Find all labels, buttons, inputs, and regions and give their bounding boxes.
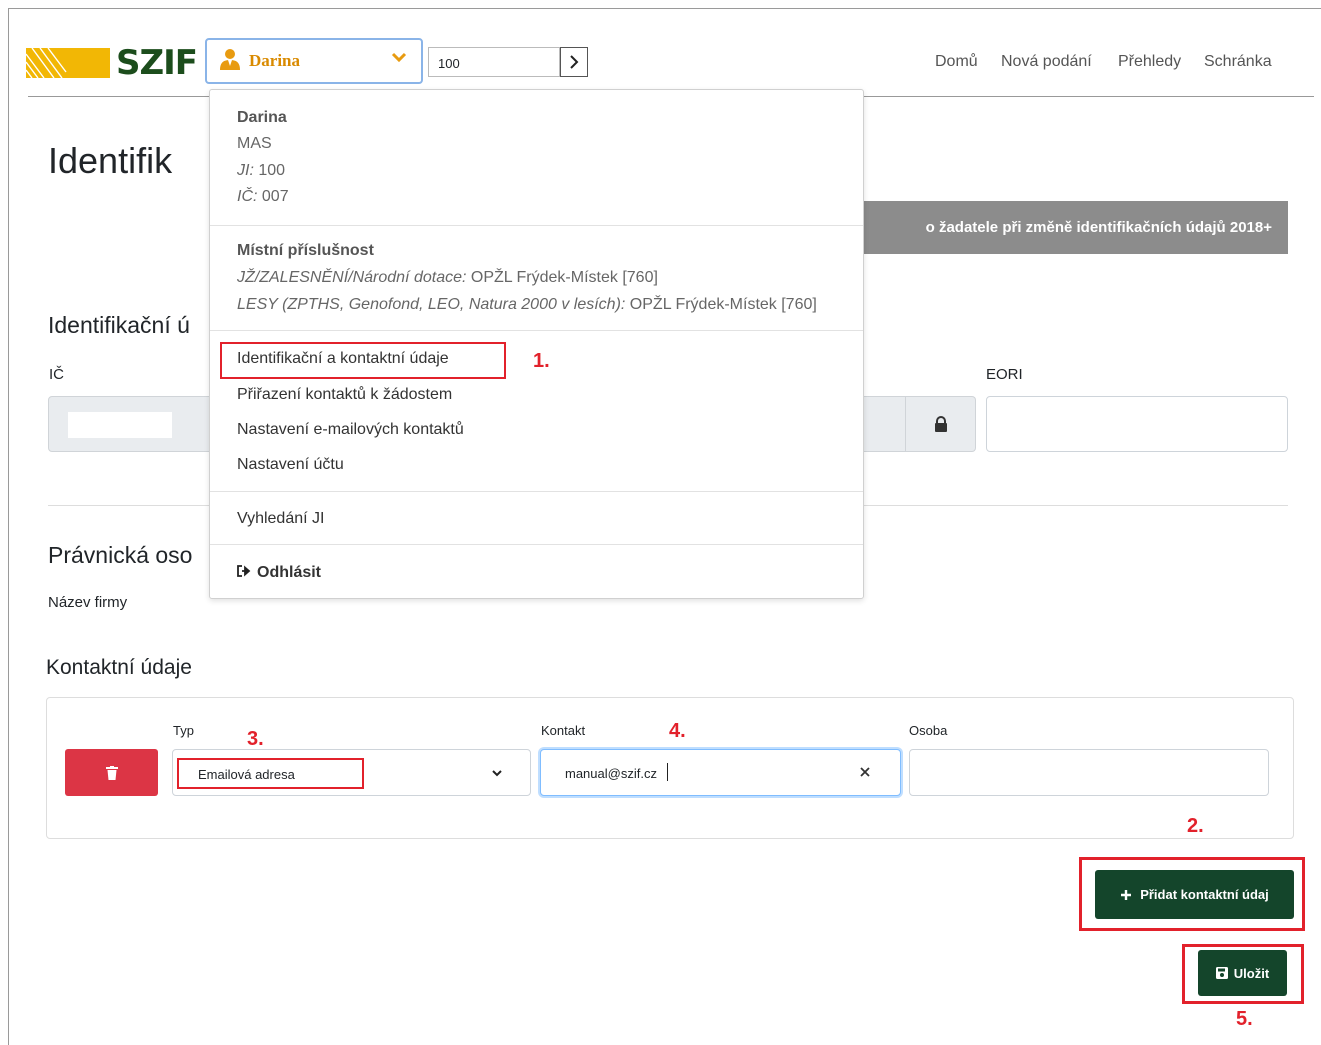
ic-redacted [68, 412, 172, 438]
menu-divider [210, 225, 863, 226]
trash-icon [105, 765, 118, 780]
chevron-down-icon [391, 51, 407, 69]
contact-input[interactable]: manual@szif.cz [540, 749, 901, 796]
type-label: Typ [173, 723, 194, 738]
annotation-3: 3. [247, 728, 264, 750]
user-name: Darina [249, 51, 300, 70]
eori-label: EORI [986, 366, 1023, 383]
menu-item-account-settings[interactable]: Nastavení účtu [237, 456, 344, 474]
menu-item-contact-assignment[interactable]: Přiřazení kontaktů k žádostem [237, 386, 452, 404]
annotation-2: 2. [1187, 815, 1204, 837]
menu-divider [210, 544, 863, 545]
contact-label: Kontakt [541, 723, 586, 738]
person-label: Osoba [909, 723, 948, 738]
menu-user-ic: IČ: 007 [237, 188, 289, 205]
ic-label: IČ [49, 366, 64, 383]
menu-user-name: Darina [237, 109, 287, 126]
person-input[interactable] [909, 749, 1269, 796]
menu-item-logout[interactable]: Odhlásit [237, 564, 321, 582]
menu-user-ji: JI: 100 [237, 162, 286, 179]
text-cursor [667, 763, 668, 781]
chevron-down-icon [491, 767, 503, 782]
ic-lock [906, 396, 976, 452]
logo-text: SZIF [116, 43, 198, 83]
ji-submit-button[interactable] [560, 47, 588, 77]
user-icon [219, 48, 241, 75]
annotation-box-1 [220, 342, 506, 379]
page-title: Identifik [48, 140, 173, 181]
nav-overviews[interactable]: Přehledy [1118, 53, 1181, 71]
ident-section-title: Identifikační ú [48, 312, 190, 338]
clear-icon[interactable] [859, 766, 871, 781]
contact-input-value: manual@szif.cz [565, 766, 657, 781]
user-select[interactable]: Darina [205, 38, 423, 84]
menu-user-org: MAS [237, 135, 272, 152]
annotation-1: 1. [533, 350, 550, 372]
eori-input[interactable] [986, 396, 1288, 452]
company-label: Název firmy [48, 594, 128, 610]
annotation-box-2 [1079, 857, 1305, 931]
annotation-box-5 [1182, 944, 1304, 1004]
menu-divider [210, 330, 863, 331]
lock-icon [934, 416, 947, 432]
menu-locality-title: Místní příslušnost [237, 242, 374, 259]
szif-logo[interactable]: SZIF [26, 42, 202, 84]
menu-item-email-settings[interactable]: Nastavení e-mailových kontaktů [237, 421, 464, 439]
legal-section-title: Právnická oso [48, 542, 193, 568]
ji-input[interactable]: 100 [428, 47, 560, 77]
delete-contact-button[interactable] [65, 749, 158, 796]
menu-locality-2: LESY (ZPTHS, Genofond, LEO, Natura 2000 … [237, 296, 817, 313]
menu-locality-1: JŽ/ZALESNĚNÍ/Národní dotace: OPŽL Frýdek… [237, 269, 658, 286]
sign-out-icon [237, 565, 251, 577]
company-label-clip: Název firmy [48, 594, 198, 610]
chevron-right-icon [570, 55, 579, 69]
nav-home[interactable]: Domů [935, 53, 978, 71]
contacts-title: Kontaktní údaje [46, 656, 192, 679]
annotation-4: 4. [669, 720, 686, 742]
annotation-box-3 [177, 758, 364, 789]
menu-item-search-ji[interactable]: Vyhledání JI [237, 510, 324, 528]
menu-divider [210, 491, 863, 492]
nav-inbox[interactable]: Schránka [1204, 53, 1272, 71]
nav-new-submissions[interactable]: Nová podání [1001, 53, 1092, 71]
change-info-button[interactable]: o žadatele při změně identifikačních úda… [840, 201, 1288, 254]
logo-stripes-icon [26, 48, 110, 78]
annotation-5: 5. [1236, 1008, 1253, 1030]
